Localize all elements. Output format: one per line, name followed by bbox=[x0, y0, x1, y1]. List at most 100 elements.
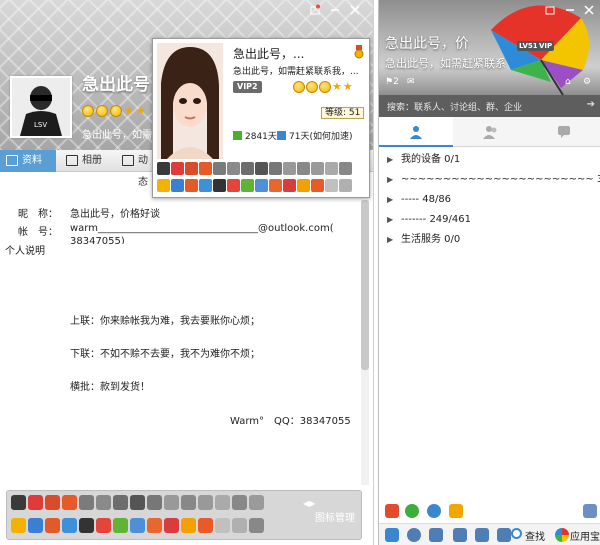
qzone-badge-icon[interactable] bbox=[164, 518, 179, 533]
group-item[interactable]: ▶ ~~~~~~~~~~~~~~~~~~~~~~~ 34/45 bbox=[379, 170, 600, 190]
medal-badge-icon[interactable] bbox=[199, 162, 212, 175]
group-item[interactable]: ▶ ------- 249/461 bbox=[379, 210, 600, 230]
tab-groups[interactable] bbox=[453, 117, 527, 147]
gem-badge-icon[interactable] bbox=[325, 162, 338, 175]
app-store-button[interactable]: 应用宝 bbox=[570, 528, 600, 543]
info-scrollbar[interactable] bbox=[361, 200, 369, 485]
heart-badge-icon[interactable] bbox=[227, 162, 240, 175]
weibo-badge-icon[interactable] bbox=[130, 518, 145, 533]
music-badge-icon[interactable] bbox=[339, 162, 352, 175]
tree-badge-icon[interactable] bbox=[241, 179, 254, 192]
game-badge-icon[interactable] bbox=[45, 495, 60, 510]
qq-badge-icon[interactable] bbox=[157, 162, 170, 175]
download-badge-icon[interactable] bbox=[171, 162, 184, 175]
bag-badge-icon[interactable] bbox=[147, 495, 162, 510]
tree-badge-icon[interactable] bbox=[113, 518, 128, 533]
phone-badge-icon[interactable] bbox=[171, 179, 184, 192]
folder-icon[interactable] bbox=[453, 528, 467, 542]
game-badge-icon[interactable] bbox=[185, 162, 198, 175]
security-icon[interactable] bbox=[405, 504, 419, 518]
game-badge-icon[interactable] bbox=[147, 518, 162, 533]
bag-badge-icon[interactable] bbox=[269, 162, 282, 175]
main-signature[interactable]: 急出此号，如需赶紧联系 bbox=[385, 55, 506, 71]
diamond-badge-icon[interactable] bbox=[255, 162, 268, 175]
diamond-badge-icon[interactable] bbox=[130, 495, 145, 510]
scrollbar-thumb[interactable] bbox=[361, 200, 369, 370]
group-life-services[interactable]: ▶ 生活服务 0/0 bbox=[379, 230, 600, 250]
crown-badge-icon[interactable] bbox=[297, 162, 310, 175]
flag-badge-icon[interactable] bbox=[249, 495, 264, 510]
sticker-manage-link[interactable]: 图标管理 bbox=[315, 509, 355, 524]
search-bar[interactable]: 搜索：联系人、讨论组、群、企业 ➔ bbox=[379, 95, 600, 117]
pet-badge-icon[interactable] bbox=[96, 518, 111, 533]
diamond-badge-icon[interactable] bbox=[283, 162, 296, 175]
close-icon[interactable] bbox=[582, 4, 596, 18]
reader-badge-icon[interactable] bbox=[198, 518, 213, 533]
gem-badge-icon[interactable] bbox=[215, 495, 230, 510]
group-my-devices[interactable]: ▶ 我的设备 0/1 bbox=[379, 150, 600, 170]
app-badge-icon[interactable] bbox=[249, 518, 264, 533]
music-badge-icon[interactable] bbox=[79, 518, 94, 533]
shirt-icon[interactable]: ⚙ bbox=[583, 77, 591, 87]
qq-badge-icon[interactable] bbox=[11, 495, 26, 510]
search-icon[interactable] bbox=[511, 528, 522, 539]
download-badge-icon[interactable] bbox=[28, 495, 43, 510]
crown-badge-icon[interactable] bbox=[181, 495, 196, 510]
star-badge-icon[interactable] bbox=[11, 518, 26, 533]
main-nickname[interactable]: 急出此号，价 bbox=[385, 33, 469, 53]
popup-avatar[interactable] bbox=[157, 43, 223, 159]
docs-badge-icon[interactable] bbox=[215, 518, 230, 533]
star-badge-icon[interactable] bbox=[311, 162, 324, 175]
speedup-days[interactable]: 71天(如何加速) bbox=[277, 129, 352, 142]
qzone-badge-icon[interactable] bbox=[283, 179, 296, 192]
search-arrow-icon[interactable]: ➔ bbox=[587, 99, 595, 110]
apps-grid-icon[interactable] bbox=[583, 504, 597, 518]
pet-badge-icon[interactable] bbox=[241, 162, 254, 175]
heart-badge-icon[interactable] bbox=[79, 495, 94, 510]
album-badge-icon[interactable] bbox=[45, 518, 60, 533]
vip-badge[interactable]: VIP2 bbox=[233, 81, 262, 93]
close-icon[interactable] bbox=[348, 4, 362, 18]
mail-icon[interactable] bbox=[475, 528, 489, 542]
tab-contacts[interactable] bbox=[379, 117, 453, 147]
album-badge-icon[interactable] bbox=[185, 179, 198, 192]
reader-badge-icon[interactable] bbox=[311, 179, 324, 192]
app-store-icon[interactable] bbox=[555, 528, 569, 542]
messages-box[interactable]: ⚑2 bbox=[385, 77, 399, 87]
group-item[interactable]: ▶ ----- 48/86 bbox=[379, 190, 600, 210]
tab-album[interactable]: 相册 bbox=[60, 150, 116, 172]
mail-badge-icon[interactable] bbox=[199, 179, 212, 192]
pencil-icon[interactable] bbox=[449, 504, 463, 518]
arrow-left-icon[interactable]: ◀▶ bbox=[303, 499, 315, 508]
star-icon[interactable] bbox=[497, 528, 511, 542]
menu-icon[interactable] bbox=[385, 528, 399, 542]
tab-info[interactable]: 资料 bbox=[0, 150, 56, 172]
minimize-icon[interactable] bbox=[563, 4, 577, 18]
profile-avatar[interactable]: LSV bbox=[10, 76, 72, 138]
skin-icon[interactable] bbox=[308, 4, 322, 18]
medal-badge-icon[interactable] bbox=[62, 495, 77, 510]
pet-badge-icon[interactable] bbox=[227, 179, 240, 192]
heart-badge-icon[interactable] bbox=[96, 495, 111, 510]
music-badge-icon[interactable] bbox=[213, 179, 226, 192]
pet-badge-icon[interactable] bbox=[113, 495, 128, 510]
lock-badge-icon[interactable] bbox=[232, 518, 247, 533]
skin-icon[interactable] bbox=[543, 4, 557, 18]
search-input[interactable]: 搜索：联系人、讨论组、群、企业 bbox=[387, 100, 522, 113]
volume-icon[interactable] bbox=[429, 528, 443, 542]
tab-feed[interactable]: 动态 bbox=[116, 150, 156, 188]
mail-icon[interactable]: ✉ bbox=[407, 77, 415, 87]
heart-badge-icon[interactable] bbox=[213, 162, 226, 175]
store-icon[interactable]: ⌂ bbox=[565, 77, 571, 87]
gift-badge-icon[interactable] bbox=[297, 179, 310, 192]
diamond-badge-icon[interactable] bbox=[164, 495, 179, 510]
docs-badge-icon[interactable] bbox=[325, 179, 338, 192]
lock-badge-icon[interactable] bbox=[339, 179, 352, 192]
tab-conversations[interactable] bbox=[527, 117, 600, 147]
star-badge-icon[interactable] bbox=[198, 495, 213, 510]
search-button[interactable]: 查找 bbox=[525, 528, 545, 543]
weibo-badge-icon[interactable] bbox=[255, 179, 268, 192]
mail-badge-icon[interactable] bbox=[62, 518, 77, 533]
settings-icon[interactable] bbox=[407, 528, 421, 542]
phone-badge-icon[interactable] bbox=[28, 518, 43, 533]
